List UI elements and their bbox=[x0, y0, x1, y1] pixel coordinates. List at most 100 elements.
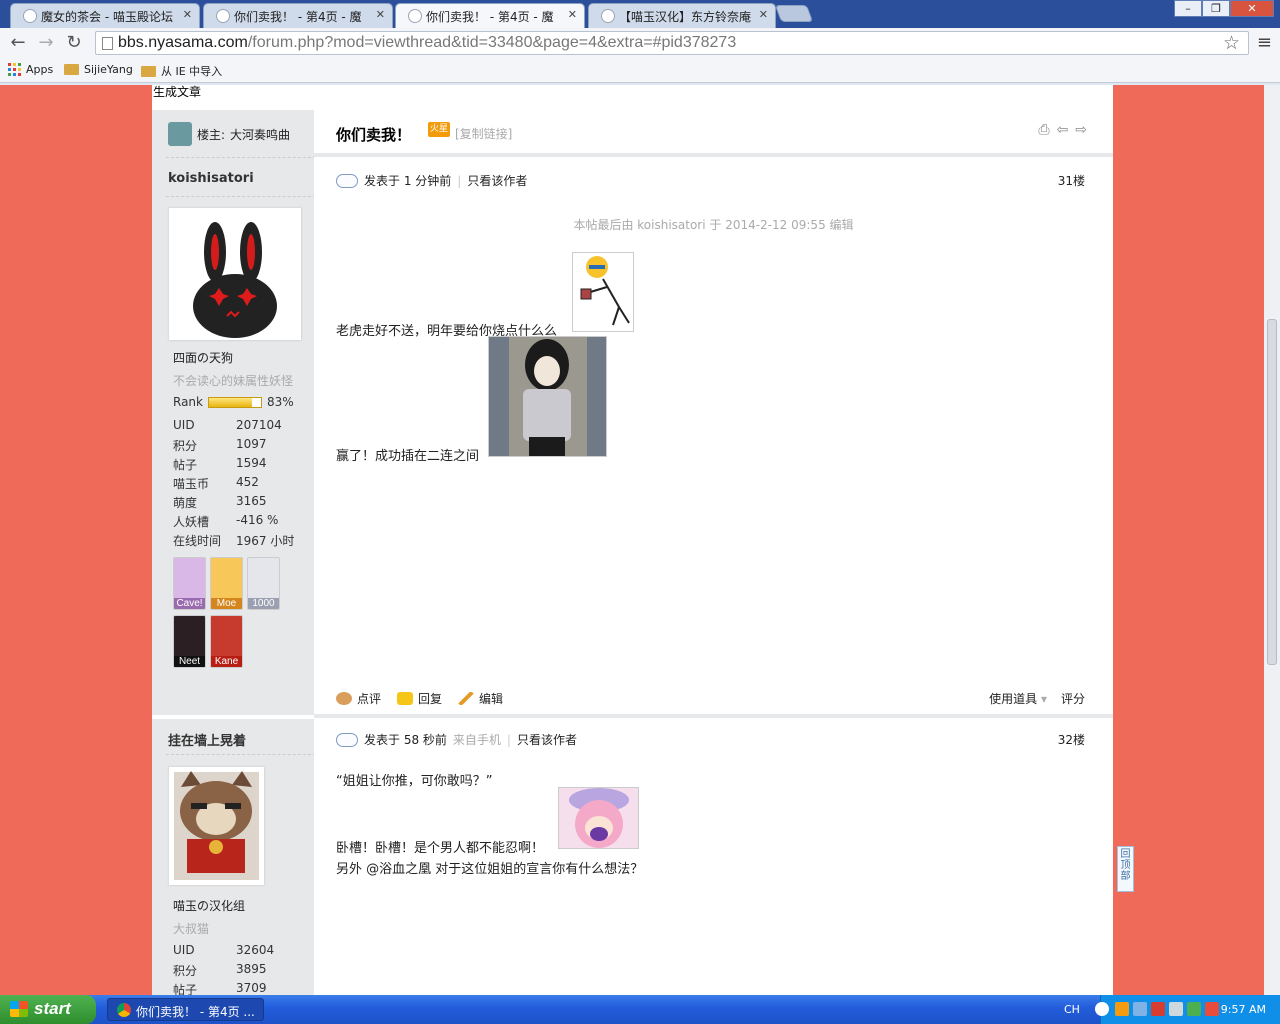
stat-key: UID bbox=[173, 418, 195, 432]
close-icon[interactable]: ✕ bbox=[183, 8, 192, 21]
rank-progress-fill bbox=[208, 397, 253, 407]
back-to-top-button[interactable]: 回顶部 bbox=[1117, 846, 1134, 892]
stat-value[interactable]: 1097 bbox=[236, 437, 267, 454]
author-only-link[interactable]: 只看该作者 bbox=[517, 731, 577, 748]
new-tab-button[interactable] bbox=[774, 5, 814, 22]
rank-label: Rank bbox=[173, 395, 203, 409]
tray-app-icon[interactable] bbox=[1115, 1002, 1129, 1016]
edit-button[interactable]: 编辑 bbox=[458, 690, 503, 707]
stat-key: 帖子 bbox=[173, 458, 198, 472]
medal[interactable]: Neet bbox=[173, 615, 206, 668]
address-bar[interactable]: bbs.nyasama.com/forum.php?mod=viewthread… bbox=[95, 31, 1249, 55]
stat-value: -416 % bbox=[236, 513, 279, 527]
generate-article-link[interactable]: 生成文章 bbox=[153, 83, 201, 100]
stat-key: 萌度 bbox=[173, 496, 198, 510]
close-icon[interactable]: ✕ bbox=[759, 8, 768, 21]
vertical-scrollbar[interactable] bbox=[1264, 85, 1280, 995]
divider bbox=[166, 196, 316, 197]
stat-key: UID bbox=[173, 943, 195, 957]
start-button[interactable]: start bbox=[0, 995, 96, 1024]
author-name[interactable]: 挂在墙上晃着 bbox=[168, 730, 246, 749]
scrollbar-thumb[interactable] bbox=[1267, 319, 1277, 665]
bookmark-label: SijieYang bbox=[84, 63, 133, 76]
forward-arrow-icon[interactable]: → bbox=[34, 32, 58, 54]
coffee-icon bbox=[336, 692, 352, 705]
site-favicon-icon bbox=[601, 9, 615, 23]
tab-4[interactable]: 【喵玉汉化】东方铃奈庵 ✕ bbox=[588, 3, 776, 28]
minimize-button[interactable]: – bbox=[1174, 0, 1202, 17]
browser-chrome: 魔女的茶会 - 喵玉殿论坛 ✕ 你们卖我！ - 第4页 - 魔 ✕ 你们卖我！ … bbox=[0, 0, 1280, 85]
medal[interactable]: 1000 bbox=[247, 557, 280, 610]
cat-avatar-image bbox=[169, 767, 264, 885]
tray-app-icon[interactable] bbox=[1151, 1002, 1165, 1016]
reply-bubble-icon bbox=[397, 692, 414, 705]
copy-link[interactable]: [复制链接] bbox=[455, 125, 512, 142]
stat-value[interactable]: 3895 bbox=[236, 962, 267, 979]
floor-number[interactable]: 32楼 bbox=[1058, 731, 1085, 748]
post-divider bbox=[314, 714, 1113, 718]
separator: | bbox=[506, 732, 511, 747]
thread-header: 你们卖我！ 火星 [复制链接] ⎙ ⇦ ⇨ bbox=[314, 110, 1113, 157]
anime-girl-drawing bbox=[559, 788, 638, 848]
tab-1[interactable]: 魔女的茶会 - 喵玉殿论坛 ✕ bbox=[10, 3, 200, 28]
reload-icon[interactable]: ↻ bbox=[62, 32, 86, 54]
avatar[interactable] bbox=[168, 766, 264, 885]
author-only-link[interactable]: 只看该作者 bbox=[467, 172, 527, 189]
medal[interactable]: Kane bbox=[210, 615, 243, 668]
bookmark-apps[interactable]: Apps bbox=[8, 63, 53, 76]
taskbar-window-item[interactable]: 你们卖我！ - 第4页 ... bbox=[107, 998, 264, 1021]
comment-button[interactable]: 点评 bbox=[336, 690, 381, 707]
restore-button[interactable]: ❐ bbox=[1202, 0, 1230, 17]
next-thread-icon[interactable]: ⇨ bbox=[1075, 122, 1087, 138]
tab-2[interactable]: 你们卖我！ - 第4页 - 魔 ✕ bbox=[203, 3, 393, 28]
stickman-coffee-image bbox=[572, 252, 634, 332]
start-label: start bbox=[34, 999, 71, 1018]
tray-app-icon[interactable] bbox=[1133, 1002, 1147, 1016]
tab-strip: 魔女的茶会 - 喵玉殿论坛 ✕ 你们卖我！ - 第4页 - 魔 ✕ 你们卖我！ … bbox=[0, 0, 1280, 28]
user-group[interactable]: 四面の天狗 bbox=[173, 349, 233, 366]
thread-starter[interactable]: 楼主: 大河奏鸣曲 bbox=[168, 122, 290, 146]
medal[interactable]: Moe bbox=[210, 557, 243, 610]
window-controls: – ❐ ✕ bbox=[1174, 0, 1274, 17]
hot-badge: 火星 bbox=[428, 122, 450, 137]
print-icon[interactable]: ⎙ bbox=[1038, 122, 1049, 138]
close-icon[interactable]: ✕ bbox=[568, 8, 577, 21]
rank-progress-bar bbox=[207, 396, 262, 408]
tab-3-active[interactable]: 你们卖我！ - 第4页 - 魔 ✕ bbox=[395, 3, 585, 28]
tray-app-icon[interactable] bbox=[1205, 1002, 1219, 1016]
close-window-button[interactable]: ✕ bbox=[1230, 0, 1274, 17]
from-mobile-label[interactable]: 来自手机 bbox=[453, 731, 501, 748]
use-item-menu[interactable]: 使用道具 ▾ bbox=[989, 690, 1047, 707]
back-arrow-icon[interactable]: ← bbox=[6, 32, 30, 54]
bookmark-star-icon[interactable]: ☆ bbox=[1223, 32, 1240, 55]
user-group[interactable]: 喵玉の汉化组 bbox=[173, 897, 245, 914]
rate-button[interactable]: 评分 bbox=[1061, 690, 1085, 707]
bookmark-ie-import[interactable]: 从 IE 中导入 bbox=[141, 63, 222, 79]
medal-label: Neet bbox=[174, 656, 205, 667]
dancing-girl-drawing bbox=[489, 337, 606, 456]
language-indicator[interactable]: CH bbox=[1064, 1003, 1080, 1016]
close-icon[interactable]: ✕ bbox=[376, 8, 385, 21]
stat-value[interactable]: 32604 bbox=[236, 943, 274, 957]
menu-icon[interactable]: ≡ bbox=[1257, 32, 1272, 53]
medal[interactable]: Cave! bbox=[173, 557, 206, 610]
stat-value[interactable]: 1594 bbox=[236, 456, 267, 473]
reply-button[interactable]: 回复 bbox=[397, 690, 442, 707]
stat-value[interactable]: 207104 bbox=[236, 418, 282, 432]
floor-number[interactable]: 31楼 bbox=[1058, 172, 1085, 189]
post-info: 发表于 58 秒前 来自手机 | 只看该作者 bbox=[336, 731, 577, 748]
windows-taskbar: start 你们卖我！ - 第4页 ... CH 9:57 AM bbox=[0, 995, 1280, 1024]
avatar[interactable] bbox=[168, 207, 301, 340]
post-time: 发表于 58 秒前 bbox=[364, 733, 447, 747]
author-name[interactable]: koishisatori bbox=[168, 171, 254, 186]
clock[interactable]: 9:57 AM bbox=[1221, 1003, 1266, 1016]
site-favicon-icon bbox=[408, 9, 422, 23]
network-icon[interactable] bbox=[1187, 1002, 1201, 1016]
volume-icon[interactable] bbox=[1169, 1002, 1183, 1016]
generate-article-bar: 生成文章 bbox=[152, 85, 1113, 110]
tray-expand-icon[interactable] bbox=[1095, 1002, 1109, 1016]
bookmark-sijieyang[interactable]: SijieYang bbox=[64, 63, 133, 76]
prev-thread-icon[interactable]: ⇦ bbox=[1057, 122, 1069, 138]
edit-label: 编辑 bbox=[479, 692, 504, 706]
medal-label: Moe bbox=[211, 598, 242, 609]
